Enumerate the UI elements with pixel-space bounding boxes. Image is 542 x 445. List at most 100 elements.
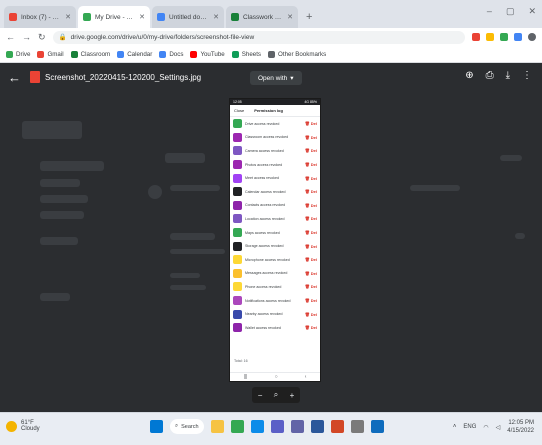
trash-icon: 🗑 [304,134,310,140]
close-tab-icon[interactable]: ✕ [213,13,219,21]
edge-icon[interactable] [251,420,264,433]
bookmark-item[interactable]: Calendar [117,50,152,58]
start-icon[interactable] [150,420,163,433]
bookmark-icon [190,50,198,58]
minimize-icon[interactable]: – [487,6,492,17]
file-name: Screenshot_20220415-120200_Settings.jpg [45,72,202,82]
taskbar-search[interactable]: ⌕ Search [170,419,204,434]
phone-list-item: Wallet access revoked 🗑 Del [230,321,320,335]
photos-icon[interactable] [371,420,384,433]
close-tab-icon[interactable]: ✕ [287,13,293,21]
browser-tab[interactable]: My Drive - Google Drive✕ [78,6,150,28]
delete-action: 🗑 Del [305,176,317,181]
delete-label: Del [310,284,317,290]
bookmark-item[interactable]: Drive [6,50,31,58]
app-icon [233,282,242,292]
bookmark-item[interactable]: Gmail [37,50,64,58]
bookmark-icon [268,50,276,58]
taskbar-apps: ⌕ Search [150,419,384,434]
back-icon[interactable]: ← [6,32,15,42]
bookmark-item[interactable]: Sheets [231,50,261,58]
phone-nav-bar: ||| ○ ‹ [230,372,320,381]
content-ghost [170,233,215,240]
reload-icon[interactable]: ↻ [38,32,46,43]
add-to-drive-icon[interactable]: ⊕ [465,70,473,81]
phone-header: Close Permission log [230,105,320,117]
back-arrow-icon[interactable]: ← [8,70,21,85]
trash-icon: 🗑 [304,148,310,154]
weather-icon [6,420,17,432]
open-with-button[interactable]: Open with ▾ [250,71,302,85]
phone-item-label: Location access revoked [245,216,285,221]
bookmark-item[interactable]: Docs [159,50,183,58]
extension-icon[interactable] [472,33,480,41]
delete-action: 🗑 Del [305,257,317,262]
content-ghost [170,185,220,191]
store-icon[interactable] [271,420,284,433]
content-ghost [410,185,460,191]
phone-item-label: Classroom access revoked [245,135,289,140]
browser-tab[interactable]: Classwork - Assignments ✕ [226,6,298,28]
word-icon[interactable] [311,420,324,433]
weather-widget[interactable]: 61°F Cloudy [6,420,40,432]
bookmark-label: Drive [16,50,31,58]
content-ghost [170,273,200,278]
phone-back: Close [234,108,245,113]
trash-icon: 🗑 [304,175,310,181]
delete-action: 🗑 Del [305,135,317,140]
zoom-out-icon[interactable]: − [258,391,263,400]
file-explorer-icon[interactable] [211,420,224,433]
delete-action: 🗑 Del [305,312,317,317]
close-tab-icon[interactable]: ✕ [65,13,71,21]
extension-icon[interactable] [486,33,494,41]
maximize-icon[interactable]: ▢ [506,6,515,17]
volume-icon[interactable]: ◁ [496,424,501,431]
phone-list-item: Storage access revoked 🗑 Del [230,239,320,253]
chrome-icon[interactable] [231,420,244,433]
settings-icon[interactable] [351,420,364,433]
close-tab-icon[interactable]: ✕ [139,13,145,21]
tab-favicon-icon [83,13,91,21]
app-icon [233,146,242,156]
browser-tab[interactable]: Untitled document - Google Docs ✕ [152,6,224,28]
language-indicator[interactable]: ENG [463,424,476,430]
new-tab-button[interactable]: + [300,11,318,28]
bookmark-item[interactable]: YouTube [190,50,225,58]
delete-action: 🗑 Del [305,271,317,276]
close-window-icon[interactable]: ✕ [528,6,536,17]
extension-icon[interactable] [500,33,508,41]
phone-list-item: Classroom access revoked 🗑 Del [230,131,320,145]
zoom-icon[interactable]: ⌕ [274,390,278,400]
phone-footer: Total: 16 [234,359,248,363]
delete-action: 🗑 Del [305,298,317,303]
zoom-in-icon[interactable]: + [290,391,295,400]
profile-avatar[interactable] [528,33,536,41]
print-icon[interactable]: ⎙ [486,70,494,81]
delete-label: Del [310,243,317,249]
tab-title: Classwork - Assignments [243,13,283,21]
teams-icon[interactable] [291,420,304,433]
bookmark-item[interactable]: Classroom [70,50,110,58]
bookmark-item[interactable]: Other Bookmarks [268,50,326,58]
extension-icon[interactable] [514,33,522,41]
phone-item-label: Storage access revoked [245,244,284,249]
clock[interactable]: 12:05 PM 4/15/2022 [507,419,534,435]
search-icon: ⌕ [175,423,179,429]
delete-label: Del [310,175,317,181]
powerpoint-icon[interactable] [331,420,344,433]
trash-icon: 🗑 [304,311,310,317]
url-input[interactable]: 🔒 drive.google.com/drive/u/0/my-drive/fo… [52,30,465,44]
wifi-icon[interactable]: ◠ [483,424,488,431]
browser-tab[interactable]: Inbox (7) - student@gmail.com✕ [4,6,76,28]
phone-list-item: Contacts access revoked 🗑 Del [230,199,320,213]
forward-icon[interactable]: → [22,32,31,42]
more-icon[interactable]: ⋮ [522,70,532,81]
chevron-up-icon[interactable]: ˄ [453,424,457,430]
app-icon [233,119,242,129]
phone-item-label: Phone access revoked [245,284,282,289]
phone-item-label: Meet access revoked [245,176,279,181]
delete-label: Del [310,311,317,317]
download-icon[interactable]: ⤓ [506,70,510,81]
delete-action: 🗑 Del [305,325,317,330]
app-icon [233,214,242,224]
